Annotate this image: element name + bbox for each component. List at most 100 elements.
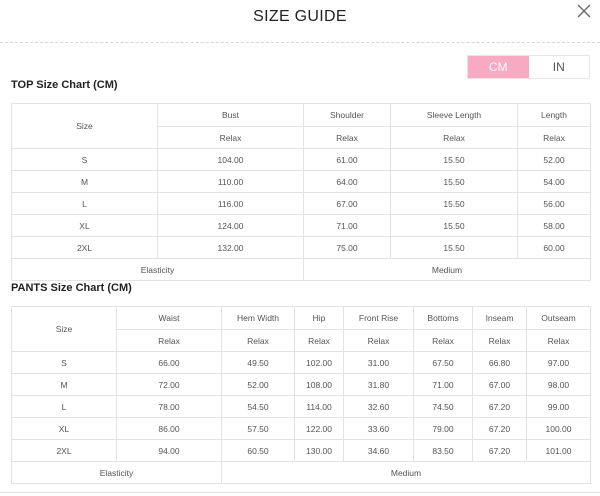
value-cell: 54.50	[221, 395, 295, 418]
value-cell: 99.00	[526, 395, 591, 418]
value-cell: 71.00	[303, 214, 391, 237]
top-size-header: Size	[11, 103, 158, 149]
value-cell: 98.00	[526, 373, 591, 396]
table-row: S 66.00 49.50 102.00 31.00 67.50 66.80 9…	[11, 351, 591, 374]
top-col-header: Shoulder	[303, 103, 391, 127]
value-cell: 15.50	[390, 148, 518, 171]
unit-toggle: CM IN	[467, 55, 590, 79]
top-size-table: Size Bust Shoulder Sleeve Length Length …	[11, 103, 591, 281]
top-fit-cell: Relax	[303, 126, 391, 149]
bottom-divider	[0, 492, 600, 493]
top-fit-cell: Relax	[157, 126, 304, 149]
pants-fit-cell: Relax	[294, 329, 344, 352]
pants-col-header: Hem Width	[221, 306, 295, 330]
pants-col-header: Front Rise	[343, 306, 414, 330]
value-cell: 57.50	[221, 417, 295, 440]
top-col-header: Length	[517, 103, 591, 127]
elasticity-value: Medium	[221, 461, 591, 484]
value-cell: 97.00	[526, 351, 591, 374]
value-cell: 66.80	[472, 351, 527, 374]
value-cell: 15.50	[390, 236, 518, 259]
top-col-header: Bust	[157, 103, 304, 127]
close-button[interactable]	[576, 3, 592, 19]
size-cell: 2XL	[11, 236, 158, 259]
pants-size-header: Size	[11, 306, 117, 352]
value-cell: 61.00	[303, 148, 391, 171]
value-cell: 102.00	[294, 351, 344, 374]
top-col-header: Sleeve Length	[390, 103, 518, 127]
top-fit-cell: Relax	[390, 126, 518, 149]
size-cell: L	[11, 192, 158, 215]
pants-fit-cell: Relax	[221, 329, 295, 352]
table-row: L 78.00 54.50 114.00 32.60 74.50 67.20 9…	[11, 395, 591, 418]
table-row: XL 124.00 71.00 15.50 58.00	[11, 214, 591, 237]
pants-col-header: Waist	[116, 306, 222, 330]
value-cell: 79.00	[413, 417, 473, 440]
top-chart-title: TOP Size Chart (CM)	[11, 79, 118, 91]
value-cell: 64.00	[303, 170, 391, 193]
pants-fit-cell: Relax	[343, 329, 414, 352]
modal-header: SIZE GUIDE	[0, 0, 600, 43]
table-row: XL 86.00 57.50 122.00 33.60 79.00 67.20 …	[11, 417, 591, 440]
value-cell: 15.50	[390, 214, 518, 237]
value-cell: 60.50	[221, 439, 295, 462]
size-cell: M	[11, 170, 158, 193]
pants-chart-title: PANTS Size Chart (CM)	[11, 282, 132, 294]
value-cell: 74.50	[413, 395, 473, 418]
value-cell: 86.00	[116, 417, 222, 440]
value-cell: 52.00	[221, 373, 295, 396]
table-row: 2XL 132.00 75.00 15.50 60.00	[11, 236, 591, 259]
elasticity-label: Elasticity	[11, 258, 304, 281]
pants-fit-cell: Relax	[413, 329, 473, 352]
value-cell: 66.00	[116, 351, 222, 374]
value-cell: 49.50	[221, 351, 295, 374]
pants-fit-cell: Relax	[526, 329, 591, 352]
size-cell: XL	[11, 417, 117, 440]
value-cell: 67.20	[472, 395, 527, 418]
pants-fit-cell: Relax	[116, 329, 222, 352]
value-cell: 52.00	[517, 148, 591, 171]
pants-col-header: Outseam	[526, 306, 591, 330]
size-cell: S	[11, 148, 158, 171]
value-cell: 100.00	[526, 417, 591, 440]
value-cell: 104.00	[157, 148, 304, 171]
value-cell: 124.00	[157, 214, 304, 237]
elasticity-value: Medium	[303, 258, 591, 281]
value-cell: 83.50	[413, 439, 473, 462]
value-cell: 122.00	[294, 417, 344, 440]
value-cell: 116.00	[157, 192, 304, 215]
unit-cm-button[interactable]: CM	[468, 56, 529, 78]
modal-title: SIZE GUIDE	[253, 8, 347, 25]
pants-col-header: Hip	[294, 306, 344, 330]
table-row: M 72.00 52.00 108.00 31.80 71.00 67.00 9…	[11, 373, 591, 396]
value-cell: 31.00	[343, 351, 414, 374]
unit-in-button[interactable]: IN	[528, 56, 589, 78]
value-cell: 94.00	[116, 439, 222, 462]
size-cell: 2XL	[11, 439, 117, 462]
table-row: M 110.00 64.00 15.50 54.00	[11, 170, 591, 193]
value-cell: 60.00	[517, 236, 591, 259]
value-cell: 54.00	[517, 170, 591, 193]
value-cell: 108.00	[294, 373, 344, 396]
value-cell: 34.60	[343, 439, 414, 462]
size-cell: L	[11, 395, 117, 418]
value-cell: 67.20	[472, 439, 527, 462]
value-cell: 132.00	[157, 236, 304, 259]
size-cell: XL	[11, 214, 158, 237]
value-cell: 58.00	[517, 214, 591, 237]
value-cell: 78.00	[116, 395, 222, 418]
value-cell: 101.00	[526, 439, 591, 462]
close-icon	[577, 4, 591, 18]
value-cell: 15.50	[390, 192, 518, 215]
value-cell: 67.00	[472, 373, 527, 396]
pants-size-table: Size Waist Hem Width Hip Front Rise Bott…	[11, 306, 591, 484]
top-fit-cell: Relax	[517, 126, 591, 149]
value-cell: 56.00	[517, 192, 591, 215]
value-cell: 71.00	[413, 373, 473, 396]
value-cell: 130.00	[294, 439, 344, 462]
value-cell: 31.80	[343, 373, 414, 396]
pants-fit-cell: Relax	[472, 329, 527, 352]
value-cell: 67.50	[413, 351, 473, 374]
value-cell: 114.00	[294, 395, 344, 418]
pants-col-header: Bottoms	[413, 306, 473, 330]
